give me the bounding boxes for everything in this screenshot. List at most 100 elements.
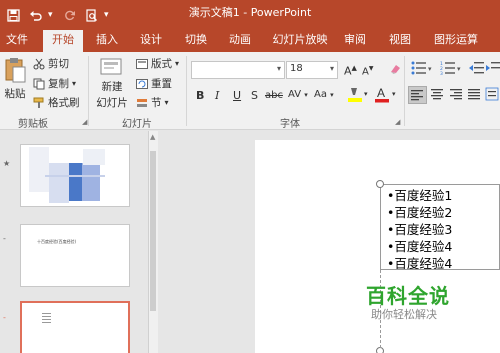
change-case-button[interactable]: Aa ▾ [314, 89, 334, 100]
section-button[interactable]: 节 ▾ [136, 95, 169, 110]
cut-label: 剪切 [48, 58, 69, 70]
tab-insert[interactable]: 插入 [90, 30, 124, 52]
slide-number-3: - [3, 313, 6, 322]
align-center-icon[interactable] [430, 87, 444, 104]
chevron-down-icon: ▾ [329, 64, 334, 73]
bullets-icon: ▾ [411, 61, 432, 75]
svg-text:A: A [377, 86, 385, 100]
clipboard-group-label: 剪贴板 [18, 119, 48, 130]
layout-button[interactable]: 版式 ▾ [136, 56, 179, 71]
clipboard-launcher-icon[interactable]: ◢ [82, 118, 87, 126]
distributed-align-icon[interactable] [485, 87, 499, 104]
watermark-title: 百科全说 [366, 284, 450, 308]
slide-1-preview [29, 147, 105, 203]
tab-animations[interactable]: 动画 [223, 30, 257, 52]
new-slide-button[interactable]: 新建 幻灯片 [93, 56, 131, 110]
copy-dropdown-icon[interactable]: ▾ [72, 79, 76, 88]
svg-text:▾: ▾ [428, 65, 432, 73]
reset-icon [136, 78, 148, 90]
tab-review[interactable]: 审阅 [338, 30, 372, 52]
tab-transitions[interactable]: 切换 [179, 30, 213, 52]
layout-dropdown-icon[interactable]: ▾ [175, 59, 179, 68]
bullet-item-1[interactable]: •百度经验1 [387, 187, 452, 204]
justify-icon[interactable] [467, 87, 481, 104]
font-color-icon: A [375, 86, 389, 103]
copy-label: 复制 [48, 78, 69, 90]
resize-handle-top-left[interactable] [376, 180, 384, 188]
tab-shape-ops[interactable]: 图形运算 [428, 30, 484, 52]
paste-button[interactable]: 粘贴 [2, 56, 28, 106]
scroll-up-icon[interactable]: ▲ [150, 133, 155, 141]
ribbon-tabs: 文件 开始 插入 设计 切换 动画 幻灯片放映 审阅 视图 图形运算 [0, 30, 500, 52]
section-label: 节 [151, 97, 162, 109]
grow-font-icon[interactable]: A▲ [344, 64, 357, 78]
highlight-dropdown-icon[interactable]: ▾ [364, 90, 368, 98]
slides-group-label: 幻灯片 [122, 119, 152, 130]
svg-text:▾: ▾ [457, 65, 461, 73]
bullet-item-5[interactable]: •百度经验4 [387, 255, 452, 269]
clear-formatting-icon[interactable] [388, 62, 402, 79]
slide-2-text: 十百度经验(百度经验) [37, 239, 77, 244]
separator [88, 56, 89, 126]
char-spacing-button[interactable]: AV ▾ [288, 89, 308, 100]
bullet-item-3[interactable]: •百度经验3 [387, 221, 452, 238]
font-size-combo[interactable]: 18 ▾ [286, 61, 338, 79]
char-spacing-label: AV [288, 89, 302, 100]
copy-button[interactable]: 复制 ▾ [33, 76, 76, 91]
align-left-button[interactable] [408, 86, 427, 104]
bullets-button[interactable]: ▾ [411, 61, 433, 78]
cut-button[interactable]: 剪切 [33, 56, 69, 71]
ribbon: 粘贴 剪切 复制 ▾ 格式刷 剪贴板 ◢ 新建 幻灯片 版式 ▾ 重置 节 ▾ … [0, 52, 500, 130]
highlight-color-button[interactable] [347, 86, 363, 107]
slide-thumbnail-2[interactable]: 十百度经验(百度经验) [20, 224, 130, 287]
font-color-button[interactable]: A [374, 86, 390, 107]
slides-pane: ★ - 十百度经验(百度经验) - ▲ [0, 131, 158, 353]
font-launcher-icon[interactable]: ◢ [395, 118, 400, 126]
format-painter-icon [33, 97, 45, 109]
align-right-icon[interactable] [449, 87, 463, 104]
numbering-button[interactable]: 1 2 3 ▾ [440, 61, 462, 78]
numbering-icon: 123▾ [440, 61, 461, 77]
section-icon [136, 97, 148, 109]
align-left-icon [411, 90, 423, 101]
svg-text:3: 3 [440, 71, 443, 75]
reset-button[interactable]: 重置 [136, 76, 172, 91]
separator [404, 56, 405, 126]
slide-3-preview [42, 313, 51, 323]
copy-icon [33, 78, 45, 90]
chevron-down-icon: ▾ [276, 64, 281, 73]
format-painter-button[interactable]: 格式刷 [33, 95, 80, 110]
strikethrough-button[interactable]: abc [265, 90, 283, 101]
shrink-font-icon[interactable]: A▼ [362, 65, 373, 77]
new-slide-label-1: 新建 [101, 81, 123, 93]
slide-thumbnail-1[interactable] [20, 144, 130, 207]
format-painter-label: 格式刷 [48, 97, 80, 109]
highlighter-icon [348, 88, 362, 102]
tab-design[interactable]: 设计 [134, 30, 168, 52]
slide-thumbnail-3[interactable] [20, 301, 130, 353]
bullet-item-2[interactable]: •百度经验2 [387, 204, 452, 221]
tab-file[interactable]: 文件 [4, 30, 30, 52]
tab-view[interactable]: 视图 [383, 30, 417, 52]
italic-button[interactable]: I [215, 89, 219, 102]
scrollbar-thumb[interactable] [150, 151, 156, 311]
slide-star-icon: ★ [3, 159, 11, 168]
new-slide-label-2: 幻灯片 [96, 97, 128, 109]
scissors-icon [33, 58, 45, 70]
tab-home[interactable]: 开始 [43, 30, 83, 52]
section-dropdown-icon[interactable]: ▾ [165, 98, 169, 107]
increase-indent-icon[interactable] [486, 61, 500, 78]
font-name-combo[interactable]: ▾ [191, 61, 285, 79]
bold-button[interactable]: B [196, 89, 204, 102]
bullet-item-4[interactable]: •百度经验4 [387, 238, 452, 255]
new-slide-icon [100, 58, 122, 75]
tab-slideshow[interactable]: 幻灯片放映 [270, 30, 330, 52]
text-shadow-button[interactable]: S [251, 89, 258, 102]
separator [186, 56, 187, 126]
font-color-dropdown-icon[interactable]: ▾ [392, 90, 396, 98]
content-textbox[interactable]: •百度经验1 •百度经验2 •百度经验3 •百度经验4 •百度经验4 [380, 184, 500, 270]
paste-label: 粘贴 [4, 88, 26, 100]
underline-button[interactable]: U [233, 89, 241, 102]
decrease-indent-icon[interactable] [469, 61, 485, 78]
title-bar: ▾ ▾ 演示文稿1 - PowerPoint [0, 0, 500, 30]
